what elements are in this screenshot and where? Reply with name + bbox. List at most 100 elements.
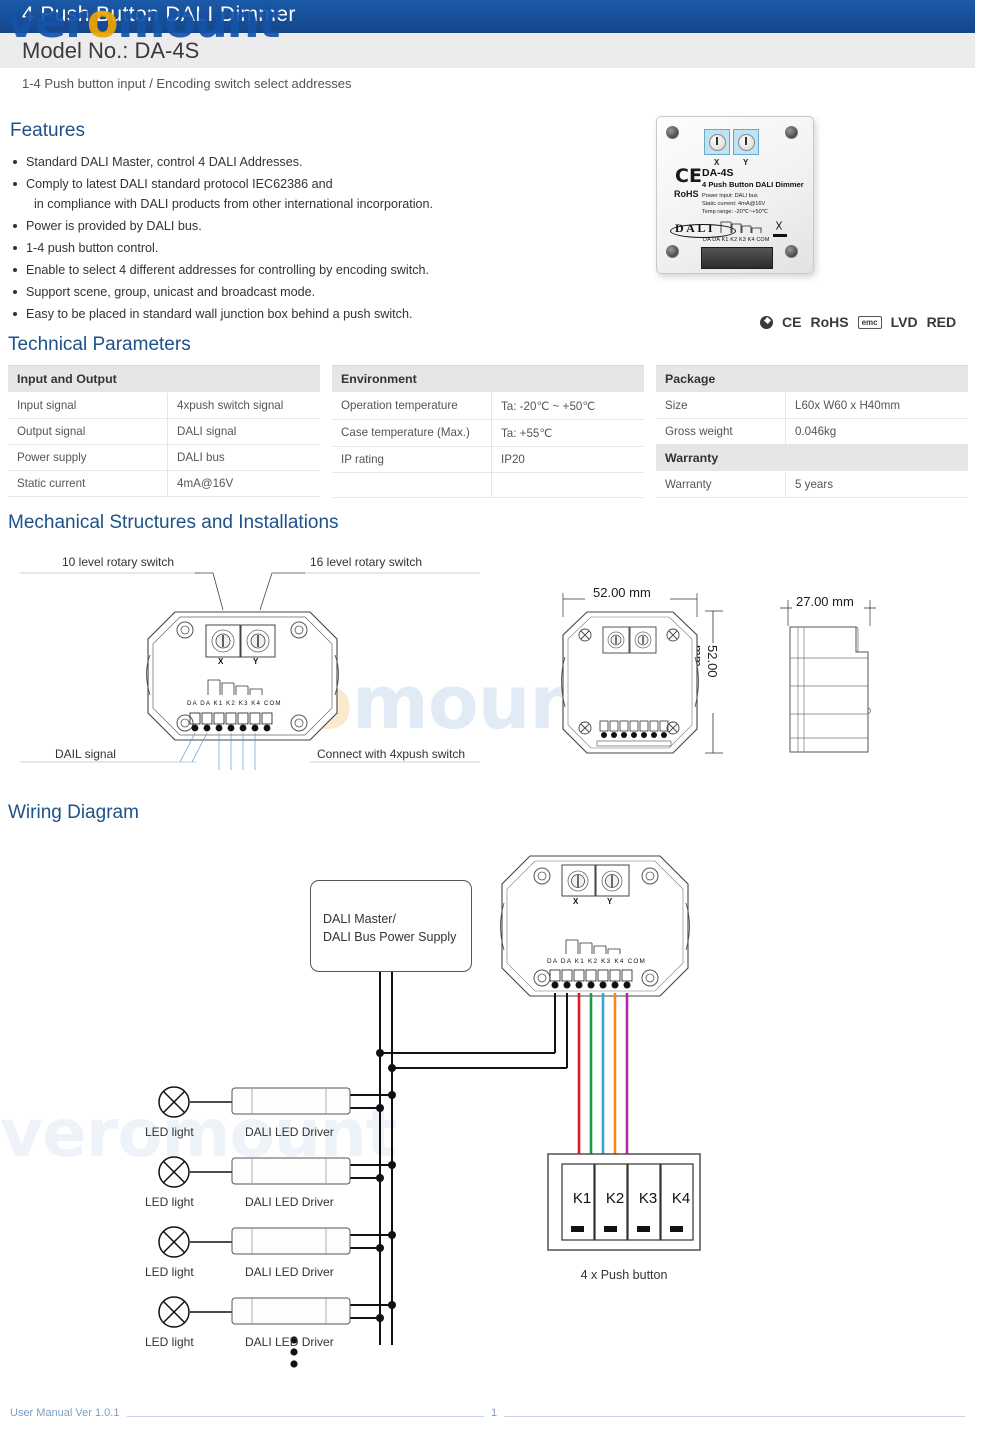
row-value: 4xpush switch signal	[177, 399, 284, 412]
row-value: Ta: -20℃ ~ +50℃	[501, 400, 596, 413]
mechanical-heading: Mechanical Structures and Installations	[8, 512, 339, 533]
product-model-label: DA-4S	[702, 167, 734, 179]
table-row: Power supply DALI bus	[8, 445, 320, 471]
weee-bar	[773, 234, 787, 237]
row-label: Static current	[8, 471, 168, 496]
lvd-cert-label: LVD	[890, 314, 918, 330]
terminal-labels: DA DA K1 K2 K3 K4 COM	[703, 237, 770, 243]
feature-item: Support scene, group, unicast and broadc…	[10, 282, 470, 303]
features-list: Standard DALI Master, control 4 DALI Add…	[10, 152, 470, 326]
table-header: Package	[656, 366, 968, 393]
page-subtitle: 1-4 Push button input / Encoding switch …	[22, 76, 352, 91]
row-value	[492, 473, 510, 497]
row-value: L60x W60 x H40mm	[795, 399, 901, 412]
table-header: Input and Output	[8, 366, 320, 393]
row-value: IP20	[501, 453, 525, 466]
footer-version: User Manual Ver 1.0.1	[10, 1407, 128, 1419]
mech-terminal-labels: DA DA K1 K2 K3 K4 COM	[187, 700, 282, 707]
table-header-warranty: Warranty	[656, 445, 968, 472]
row-value: 5 years	[795, 478, 834, 491]
row-value: DALI bus	[177, 451, 225, 464]
emc-cert-label: emc	[857, 315, 882, 329]
screw-icon	[785, 245, 798, 258]
product-photo: X Y CE RoHS DA-4S 4 Push Button DALI Dim…	[648, 108, 852, 298]
wiring-heading: Wiring Diagram	[8, 802, 139, 823]
table-input-output: Input and Output Input signal 4xpush swi…	[8, 365, 320, 497]
row-value: 0.046kg	[795, 425, 837, 438]
table-row: Warranty 5 years	[656, 472, 968, 498]
row-label: Power supply	[8, 445, 168, 470]
dali-driver-label: DALI LED Driver	[245, 1265, 334, 1279]
screw-icon	[785, 126, 798, 139]
row-label: Gross weight	[656, 419, 786, 444]
wiring-diagram: DALI Master/ DALI Bus Power Supply X Y D…	[0, 840, 1000, 1390]
feature-item: 1-4 push button control.	[10, 238, 470, 259]
red-cert-label: RED	[926, 314, 957, 330]
dali-logo: DALI	[669, 221, 737, 238]
table-row: Input signal 4xpush switch signal	[8, 393, 320, 419]
rotary-switch-y[interactable]	[733, 129, 759, 155]
mech-switch-x-label: X	[218, 657, 224, 666]
switch-x-label: X	[714, 158, 720, 167]
c-tick-icon	[760, 315, 773, 329]
dali-driver-label: DALI LED Driver	[245, 1125, 334, 1139]
ce-mark-icon: CE	[675, 165, 702, 187]
rohs-cert-label: RoHS	[810, 314, 849, 330]
table-row-empty	[332, 473, 644, 498]
weee-icon: ☓	[775, 218, 783, 235]
pushbutton-key-k3[interactable]: K3	[632, 1190, 664, 1207]
feature-item: Easy to be placed in standard wall junct…	[10, 304, 470, 325]
product-desc-label: 4 Push Button DALI Dimmer	[702, 180, 804, 189]
row-label: Operation temperature	[332, 393, 492, 419]
product-spec-1: Power input: DALI bus	[702, 193, 758, 199]
table-row: Case temperature (Max.) Ta: +55℃	[332, 420, 644, 447]
terminal-block	[701, 247, 773, 269]
table-row: Static current 4mA@16V	[8, 471, 320, 497]
model-number: Model No.: DA-4S	[22, 38, 200, 63]
product-front-body: X Y CE RoHS DA-4S 4 Push Button DALI Dim…	[656, 116, 814, 274]
table-row: Size L60x W60 x H40mm	[656, 393, 968, 419]
screw-icon	[666, 126, 679, 139]
table-row: Output signal DALI signal	[8, 419, 320, 445]
mech-switch-y-label: Y	[253, 657, 259, 666]
product-side-body	[808, 125, 852, 263]
mechanical-side-view: 27.00 mm	[778, 590, 908, 770]
switch-y-label: Y	[743, 158, 749, 167]
pushbutton-key-k1[interactable]: K1	[566, 1190, 598, 1207]
product-spec-2: Static current: 4mA@16V	[702, 201, 766, 207]
row-label: Case temperature (Max.)	[332, 420, 492, 446]
row-value: 4mA@16V	[177, 477, 234, 490]
table-header: Environment	[332, 366, 644, 393]
led-light-label: LED light	[145, 1195, 194, 1209]
led-light-label: LED light	[145, 1125, 194, 1139]
feature-item: Standard DALI Master, control 4 DALI Add…	[10, 152, 470, 173]
row-label: Output signal	[8, 419, 168, 444]
page-title: 4 Push Button DALI Dimmer	[22, 3, 296, 26]
feature-item: Comply to latest DALI standard protocol …	[10, 174, 470, 195]
mechanical-dimension-view: 52.00 mm 52.00 mm	[545, 585, 760, 770]
led-light-label: LED light	[145, 1265, 194, 1279]
led-light-label: LED light	[145, 1335, 194, 1349]
pushbutton-key-k4[interactable]: K4	[665, 1190, 697, 1207]
dali-driver-label: DALI LED Driver	[245, 1335, 334, 1349]
footer-page-number: 1	[484, 1407, 505, 1419]
table-row: Operation temperature Ta: -20℃ ~ +50℃	[332, 393, 644, 420]
feature-item: Enable to select 4 different addresses f…	[10, 260, 470, 281]
certification-row: CE RoHS emc LVD RED	[760, 314, 956, 330]
ce-cert-label: CE	[782, 314, 802, 330]
rohs-mark-label: RoHS	[674, 189, 699, 199]
product-spec-3: Temp range: -20℃~+50℃	[702, 209, 769, 215]
mechanical-front-view: 10 level rotary switch 16 level rotary s…	[20, 555, 480, 770]
features-heading: Features	[10, 120, 85, 141]
table-row: Gross weight 0.046kg	[656, 419, 968, 445]
row-label: Input signal	[8, 393, 168, 418]
terminal-schematic-icon	[720, 221, 762, 233]
feature-item: Power is provided by DALI bus.	[10, 216, 470, 237]
screw-icon	[666, 245, 679, 258]
pushbutton-key-k2[interactable]: K2	[599, 1190, 631, 1207]
row-label	[332, 473, 492, 497]
row-label: IP rating	[332, 447, 492, 472]
table-package: Package Size L60x W60 x H40mm Gross weig…	[656, 365, 968, 498]
rotary-switch-x[interactable]	[704, 129, 730, 155]
row-label: Warranty	[656, 472, 786, 497]
